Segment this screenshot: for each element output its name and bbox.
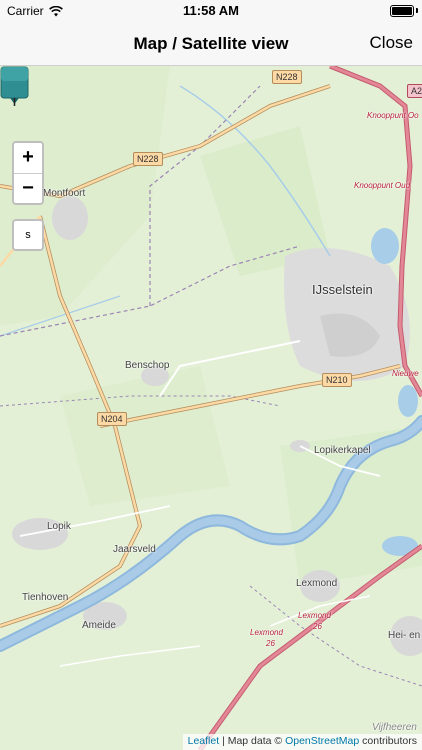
place-tienhoven: Tienhoven [22,592,69,603]
road-shield-a2: A2 [407,84,422,98]
status-bar: Carrier 11:58 AM [0,0,422,22]
map-attribution: Leaflet | Map data © OpenStreetMap contr… [182,734,422,750]
road-shield-n228-b: N228 [133,152,163,166]
place-ameide: Ameide [82,620,116,631]
junction-nieuwe: Nieuwe [392,369,419,378]
battery-icon [390,5,414,17]
battery-fill [392,7,412,15]
place-benschop: Benschop [125,360,170,371]
zoom-out-button[interactable]: − [14,173,42,203]
road-shield-n210: N210 [322,373,352,387]
map-marker-icon[interactable] [0,66,29,106]
navigation-bar: Map / Satellite view Close [0,22,422,66]
place-hei-en: Hei- en B [388,630,422,641]
place-lopik: Lopik [47,521,71,532]
attribution-contributors: contributors [359,735,417,747]
close-button[interactable]: Close [370,33,413,53]
zoom-control: + − [12,141,44,205]
attribution-separator: | Map data © [219,735,286,747]
junction-exit-26-a: 26 [313,622,322,631]
junction-knooppunt-2: Knooppunt Oud [354,181,411,190]
junction-lexmond-2: Lexmond [250,628,283,637]
zoom-in-button[interactable]: + [14,143,42,173]
road-shield-n228-a: N228 [272,70,302,84]
page-title: Map / Satellite view [133,34,289,53]
road-shield-n204: N204 [97,412,127,426]
place-montfoort: Montfoort [43,188,86,199]
status-time: 11:58 AM [183,3,239,18]
map-view[interactable]: N228 N228 N210 N204 A2 Montfoort IJssels… [0,66,422,750]
junction-knooppunt-1: Knooppunt Oo [367,111,419,120]
junction-lexmond: Lexmond [298,611,331,620]
place-lexmond: Lexmond [296,578,338,589]
leaflet-link[interactable]: Leaflet [188,735,220,747]
place-lopikerkapel: Lopikerkapel [314,445,371,456]
satellite-toggle-button[interactable]: s [12,219,44,251]
place-ijsselstein: IJsselstein [312,282,373,297]
place-vianen: Vijfheeren [372,722,417,733]
battery-cap [416,8,418,13]
openstreetmap-link[interactable]: OpenStreetMap [285,735,359,747]
place-jaarsveld: Jaarsveld [113,544,156,555]
junction-exit-26-b: 26 [266,639,275,648]
map-tiles [0,66,422,750]
